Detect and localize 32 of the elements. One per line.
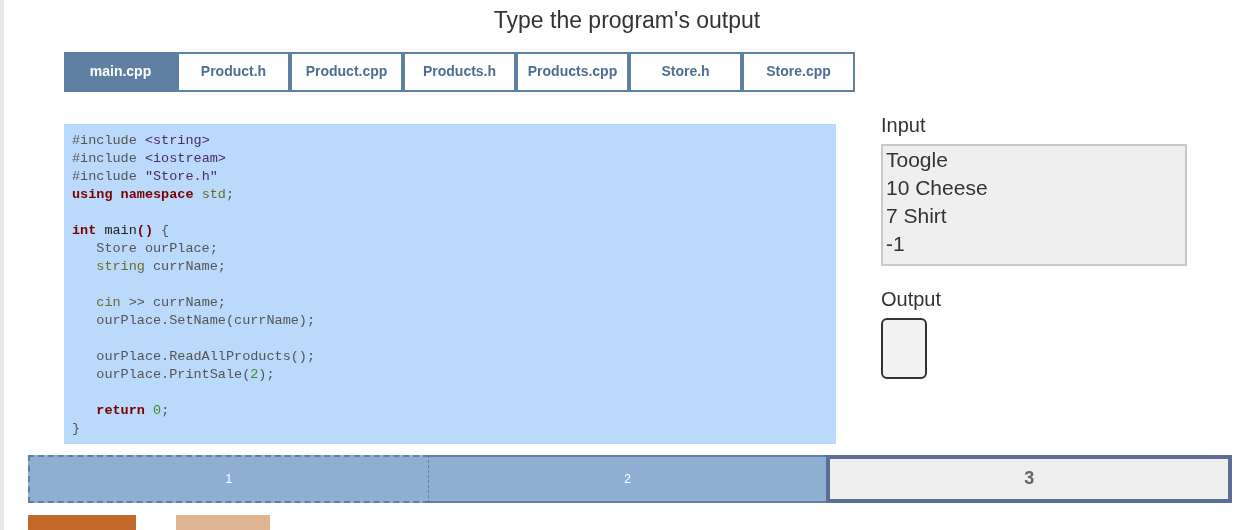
code-line: #include <iostream>: [72, 149, 226, 168]
code-line: using namespace std;: [72, 185, 235, 204]
code-line: int main() {: [72, 221, 170, 240]
input-label: Input: [881, 112, 927, 138]
page-title: Type the program's output: [493, 6, 761, 35]
input-line: -1: [886, 230, 905, 257]
input-line: 7 Shirt: [886, 202, 947, 229]
code-line: ourPlace.PrintSale(2);: [95, 365, 275, 384]
code-line: }: [72, 419, 81, 438]
output-label: Output: [881, 286, 943, 312]
file-tab[interactable]: main.cpp: [64, 51, 177, 92]
code-line: cin >> currName;: [95, 293, 226, 312]
file-tab[interactable]: Store.h: [629, 51, 742, 92]
code-line: ourPlace.SetName(currName);: [95, 311, 316, 330]
file-tab[interactable]: Products.h: [403, 51, 516, 92]
file-tab[interactable]: Store.cpp: [742, 51, 855, 92]
code-line: string currName;: [95, 257, 226, 276]
file-tab[interactable]: Product.h: [177, 51, 290, 92]
input-line: Toogle: [886, 146, 948, 173]
code-line: Store ourPlace;: [95, 239, 218, 258]
input-line: 10 Cheese: [886, 174, 988, 201]
code-line: ourPlace.ReadAllProducts();: [95, 347, 316, 366]
file-tab[interactable]: Products.cpp: [516, 51, 629, 92]
code-line: #include <string>: [72, 131, 210, 150]
progress-step: 3: [826, 454, 1232, 503]
progress-step: 1: [28, 454, 429, 503]
action-button[interactable]: [28, 514, 136, 530]
code-line: return 0;: [95, 401, 170, 420]
progress-step: 2: [428, 454, 827, 503]
code-line: #include "Store.h": [72, 167, 218, 186]
output-field[interactable]: [881, 317, 927, 379]
file-tab[interactable]: Product.cpp: [290, 51, 403, 92]
